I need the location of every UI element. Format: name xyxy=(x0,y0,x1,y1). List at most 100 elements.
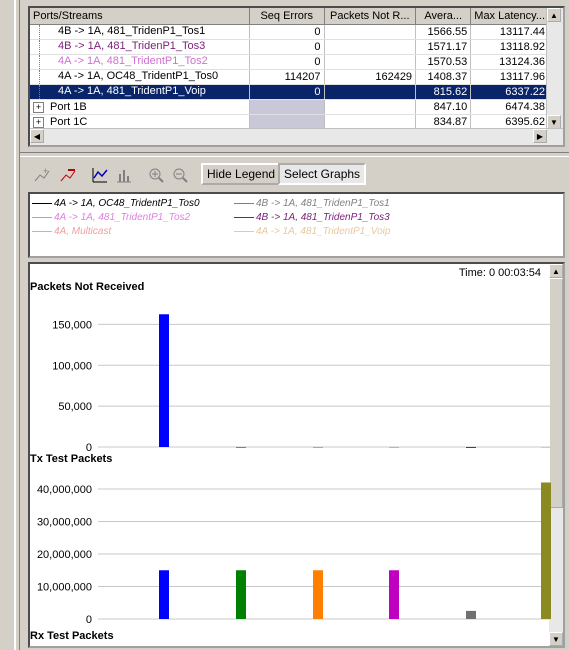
cell-avg: 815.62 xyxy=(415,84,472,100)
chart-scroll-thumb[interactable] xyxy=(549,278,563,508)
cell-avg: 1566.55 xyxy=(415,24,472,40)
svg-text:+: + xyxy=(43,166,48,176)
column-header-2[interactable]: Packets Not R... xyxy=(324,8,417,25)
y-tick-label: 20,000,000 xyxy=(37,549,92,561)
cell-max: 13117.96 xyxy=(470,69,549,85)
chart-area: Time: 0 00:03:54 ▲ ▼ Packets Not Receive… xyxy=(28,262,565,648)
column-header-1[interactable]: Seq Errors xyxy=(249,8,325,25)
legend-item: 4A -> 1A, OC48_TridentP1_Tos0 xyxy=(32,198,200,209)
cell-seq: 0 xyxy=(249,54,325,70)
legend-line-icon xyxy=(32,230,52,232)
bar xyxy=(236,447,246,448)
bar xyxy=(159,314,169,447)
expand-icon[interactable]: + xyxy=(33,102,44,113)
bar xyxy=(313,447,323,448)
zoom-out-icon[interactable] xyxy=(168,163,190,185)
cell-seq: 0 xyxy=(249,84,325,100)
legend-item: 4A, Multicast xyxy=(32,226,111,237)
cell-pnr xyxy=(324,54,417,70)
cell-name: 4B -> 1A, 481_TridenP1_Tos1 xyxy=(30,24,250,40)
legend-line-icon xyxy=(234,216,254,218)
cell-name: + Port 1B xyxy=(30,99,250,115)
cell-seq: 114207 xyxy=(249,69,325,85)
cell-max: 6337.22 xyxy=(470,84,549,100)
table-row[interactable]: 4A -> 1A, 481_TridentP1_Voip 0 815.62 6337.… xyxy=(30,84,563,100)
tree-line-icon xyxy=(39,70,54,84)
stream-name: Port 1B xyxy=(50,101,87,113)
y-tick-label: 10,000,000 xyxy=(37,582,92,594)
chart-scroll-down-icon[interactable]: ▼ xyxy=(549,632,563,646)
bar-graph-icon[interactable] xyxy=(112,163,134,185)
charts-svg: Packets Not Received 150,000 100,000 50,000… xyxy=(30,281,551,626)
cell-avg: 1408.37 xyxy=(415,69,472,85)
tree-line-icon xyxy=(39,85,54,99)
chart-title: Packets Not Received xyxy=(30,281,144,293)
legend-line-icon xyxy=(234,230,254,232)
scroll-left-icon[interactable]: ◀ xyxy=(30,129,44,143)
cell-avg: 847.10 xyxy=(415,99,472,115)
bar xyxy=(389,447,399,448)
hide-legend-button[interactable]: Hide Legend xyxy=(201,163,282,185)
tree-line-icon xyxy=(39,25,54,39)
stream-name: 4B -> 1A, 481_TridenP1_Tos3 xyxy=(58,40,206,52)
remove-graph-icon[interactable] xyxy=(56,163,78,185)
bar xyxy=(159,570,169,619)
legend-item: 4A -> 1A, 481_TridentP1_Tos2 xyxy=(32,212,190,223)
bar xyxy=(389,570,399,619)
cell-max: 13118.92 xyxy=(470,39,549,55)
chart-scroll-up-icon[interactable]: ▲ xyxy=(549,264,563,278)
add-graph-icon[interactable]: + xyxy=(30,163,52,185)
legend-item: 4A -> 1A, 481_TridentP1_Voip xyxy=(234,226,390,237)
cell-max: 6474.38 xyxy=(470,99,549,115)
grid-vertical-scrollbar[interactable]: ▲ ▼ xyxy=(546,8,563,129)
legend-line-icon xyxy=(32,202,52,204)
rx-chart-title: Rx Test Packets xyxy=(30,630,114,642)
column-header-3[interactable]: Avera... xyxy=(415,8,472,25)
cell-seq xyxy=(249,99,325,115)
table-row[interactable]: 4A -> 1A, OC48_TridentP1_Tos0 114207 16242… xyxy=(30,69,563,85)
table-row[interactable]: 4A -> 1A, 481_TridentP1_Tos2 0 1570.53 1312… xyxy=(30,54,563,70)
scroll-down-icon[interactable]: ▼ xyxy=(547,115,561,129)
cell-seq: 0 xyxy=(249,39,325,55)
cell-max: 13117.44 xyxy=(470,24,549,40)
bar xyxy=(313,570,323,619)
scroll-up-icon[interactable]: ▲ xyxy=(547,8,561,22)
column-header-4[interactable]: Max Latency... xyxy=(470,8,549,25)
table-row[interactable]: + Port 1B 847.10 6474.38 xyxy=(30,99,563,115)
table-row[interactable]: 4B -> 1A, 481_TridenP1_Tos3 0 1571.17 13118… xyxy=(30,39,563,55)
y-tick-label: 150,000 xyxy=(52,319,92,331)
grid-horizontal-scrollbar[interactable]: ◀ ▶ xyxy=(30,128,563,145)
cell-pnr xyxy=(324,84,417,100)
line-graph-icon[interactable] xyxy=(88,163,110,185)
legend-label: 4B -> 1A, 481_TridenP1_Tos3 xyxy=(256,212,390,223)
streams-grid[interactable]: Ports/Streams Seq Errors Packets Not R... A… xyxy=(28,6,565,147)
chart-vertical-scrollbar[interactable]: ▲ ▼ xyxy=(549,264,563,646)
legend-line-icon xyxy=(234,202,254,204)
y-tick-label: 50,000 xyxy=(58,401,92,413)
tree-line-icon xyxy=(39,55,54,69)
splitter[interactable] xyxy=(20,152,569,157)
streams-table: Ports/Streams Seq Errors Packets Not R... A… xyxy=(30,8,563,145)
stream-name: 4A -> 1A, 481_TridentP1_Voip xyxy=(58,85,206,97)
cell-max: 13124.36 xyxy=(470,54,549,70)
cell-avg: 1571.17 xyxy=(415,39,472,55)
legend-label: 4B -> 1A, 481_TridenP1_Tos1 xyxy=(256,198,390,209)
left-border xyxy=(0,0,20,650)
scroll-right-icon[interactable]: ▶ xyxy=(533,129,547,143)
expand-icon[interactable]: + xyxy=(33,117,44,128)
tree-line-icon xyxy=(39,40,54,54)
table-row[interactable]: 4B -> 1A, 481_TridenP1_Tos1 0 1566.55 13117… xyxy=(30,24,563,40)
column-header-0[interactable]: Ports/Streams xyxy=(30,8,250,25)
stream-name: 4A -> 1A, 481_TridentP1_Tos2 xyxy=(58,55,208,67)
legend-label: 4A -> 1A, OC48_TridentP1_Tos0 xyxy=(54,198,200,209)
bar xyxy=(466,447,476,448)
legend-line-icon xyxy=(32,216,52,218)
select-graphs-button[interactable]: Select Graphs xyxy=(278,163,367,185)
legend-label: 4A -> 1A, 481_TridentP1_Tos2 xyxy=(54,212,191,223)
graph-toolbar: + Hide Legend Select Graphs xyxy=(28,160,565,188)
chart-title: Tx Test Packets xyxy=(30,453,112,465)
y-tick-label: 40,000,000 xyxy=(37,484,92,496)
cell-name: 4A -> 1A, OC48_TridentP1_Tos0 xyxy=(30,69,250,85)
zoom-in-icon[interactable] xyxy=(144,163,166,185)
cell-seq: 0 xyxy=(249,24,325,40)
